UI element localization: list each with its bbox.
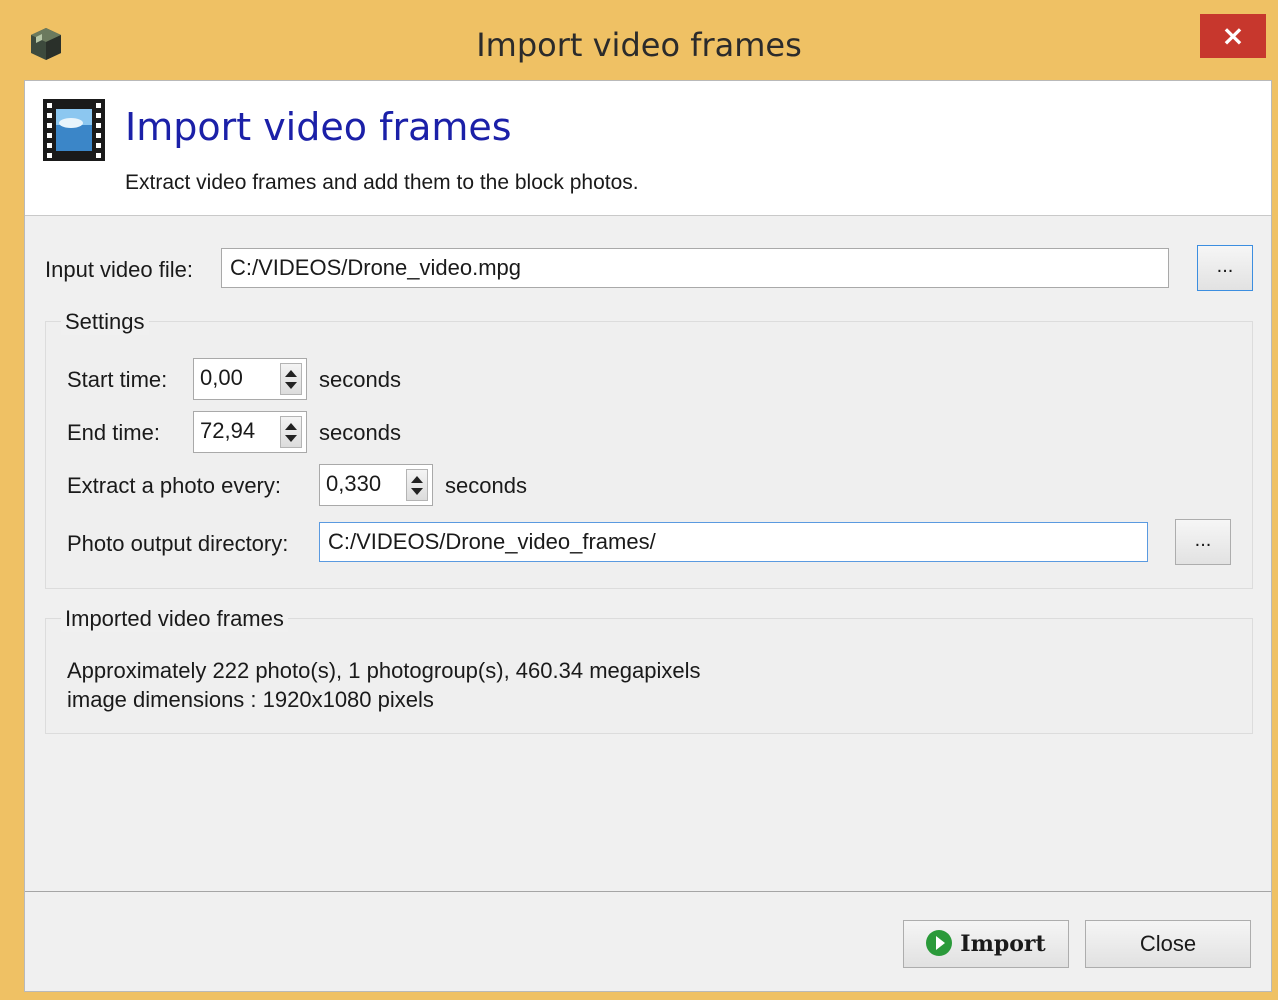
extract-every-unit: seconds: [445, 473, 527, 498]
output-dir-browse-button[interactable]: ...: [1175, 519, 1231, 565]
footer-separator: [25, 891, 1271, 892]
start-time-value: 0,00: [200, 365, 243, 390]
imported-dimensions-line: image dimensions : 1920x1080 pixels: [67, 687, 434, 712]
start-time-unit: seconds: [319, 367, 401, 392]
spin-down-icon[interactable]: [285, 435, 297, 442]
window-close-button[interactable]: ×: [1200, 14, 1266, 58]
input-video-field[interactable]: C:/VIDEOS/Drone_video.mpg: [221, 248, 1169, 288]
start-time-stepper[interactable]: [280, 363, 302, 395]
extract-every-spinbox[interactable]: 0,330: [319, 464, 433, 506]
end-time-label: End time:: [67, 420, 160, 445]
extract-every-stepper[interactable]: [406, 469, 428, 501]
settings-group-title: Settings: [61, 309, 149, 335]
dialog-window: Import video frames × Import video frame…: [0, 0, 1278, 1000]
window-title: Import video frames: [476, 26, 802, 64]
imported-frames-group-title: Imported video frames: [61, 606, 288, 632]
input-video-browse-button[interactable]: ...: [1197, 245, 1253, 291]
spin-down-icon[interactable]: [411, 488, 423, 495]
imported-summary-line: Approximately 222 photo(s), 1 photogroup…: [67, 658, 701, 683]
film-strip-icon: [43, 99, 105, 161]
import-button-label: Import: [960, 931, 1046, 957]
output-dir-label: Photo output directory:: [67, 531, 289, 556]
header-subtitle: Extract video frames and add them to the…: [125, 171, 639, 194]
arrow-right-circle-icon: [926, 930, 953, 956]
spin-up-icon[interactable]: [411, 476, 423, 483]
header-title: Import video frames: [125, 105, 512, 149]
extract-every-value: 0,330: [326, 471, 382, 496]
output-dir-field[interactable]: C:/VIDEOS/Drone_video_frames/: [319, 522, 1148, 562]
spin-up-icon[interactable]: [285, 423, 297, 430]
start-time-label: Start time:: [67, 367, 168, 392]
dialog-header: Import video frames Extract video frames…: [25, 81, 1271, 216]
start-time-spinbox[interactable]: 0,00: [193, 358, 307, 400]
spin-down-icon[interactable]: [285, 382, 297, 389]
import-button[interactable]: Import: [903, 920, 1069, 968]
spin-up-icon[interactable]: [285, 370, 297, 377]
title-bar[interactable]: Import video frames ×: [0, 0, 1278, 80]
input-video-label: Input video file:: [45, 257, 193, 282]
end-time-unit: seconds: [319, 420, 401, 445]
end-time-spinbox[interactable]: 72,94: [193, 411, 307, 453]
close-button[interactable]: Close: [1085, 920, 1251, 968]
end-time-stepper[interactable]: [280, 416, 302, 448]
extract-every-label: Extract a photo every:: [67, 473, 281, 498]
dialog-client-area: Import video frames Extract video frames…: [24, 80, 1272, 992]
end-time-value: 72,94: [200, 418, 256, 443]
